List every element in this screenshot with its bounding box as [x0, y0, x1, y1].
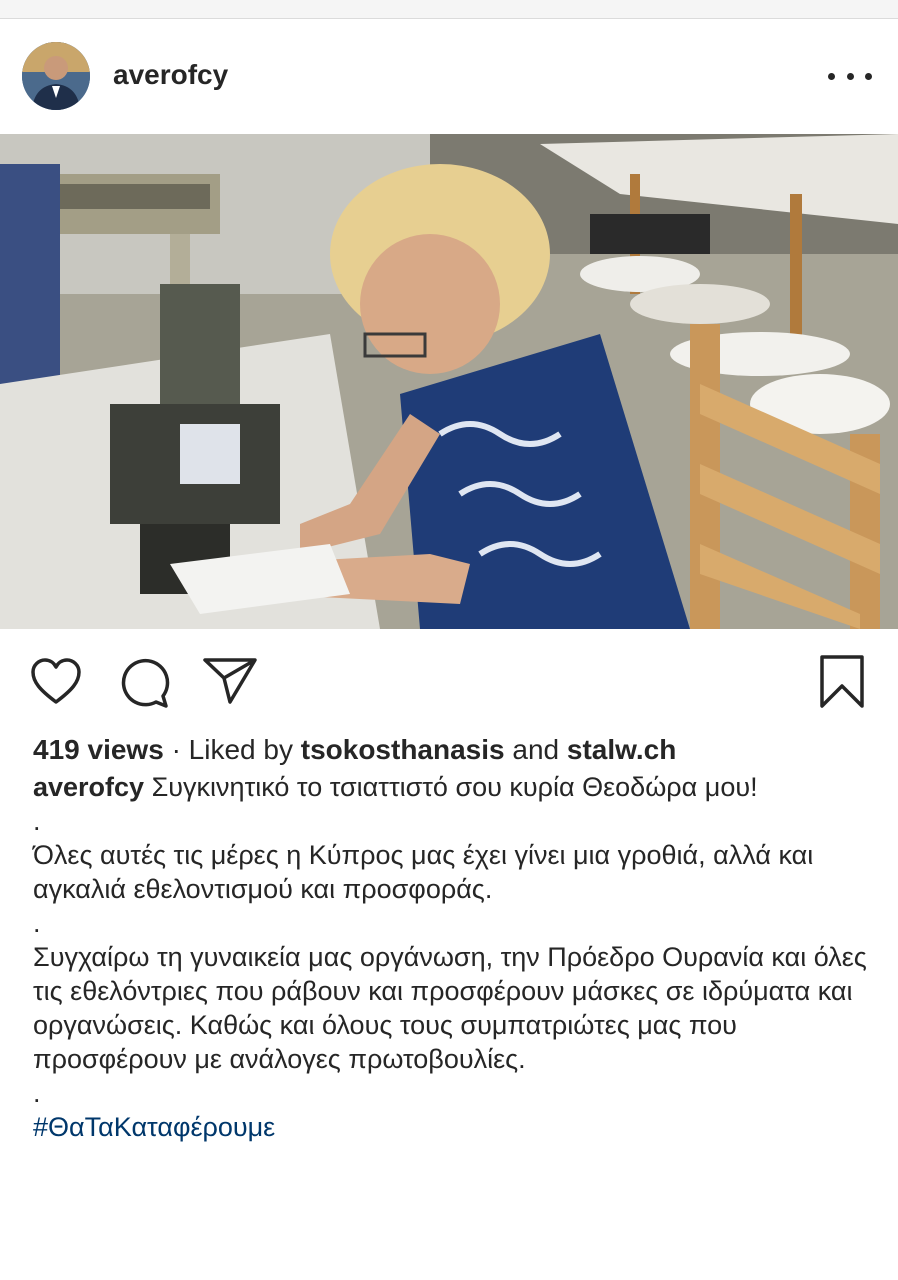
- status-strip: [0, 0, 898, 19]
- post-actions: [0, 640, 898, 720]
- liker-link-2[interactable]: stalw.ch: [567, 734, 676, 765]
- ellipsis-icon[interactable]: [828, 65, 872, 87]
- post-username[interactable]: averofcy: [113, 59, 228, 91]
- liked-by-label: Liked by: [188, 734, 293, 765]
- avatar[interactable]: [22, 42, 90, 110]
- and-label: and: [512, 734, 560, 765]
- bookmark-icon[interactable]: [818, 654, 866, 710]
- caption-dot-1: .: [33, 806, 41, 836]
- caption-paragraph-3: Συγχαίρω τη γυναικεία μας οργάνωση, την …: [33, 942, 875, 1074]
- sewing-photo: [0, 134, 898, 629]
- comment-icon[interactable]: [118, 658, 170, 708]
- post-details: 419 views · Liked by tsokosthanasis and …: [33, 730, 873, 1144]
- liker-link-1[interactable]: tsokosthanasis: [301, 734, 505, 765]
- caption-dot-3: .: [33, 1078, 41, 1108]
- caption-paragraph-2: Όλες αυτές τις μέρες η Κύπρος μας έχει γ…: [33, 840, 821, 904]
- hashtag-link[interactable]: #ΘαΤαΚαταφέρουμε: [33, 1110, 873, 1144]
- caption-paragraph-1: Συγκινητικό το τσιαττιστό σου κυρία Θεοδ…: [151, 772, 758, 802]
- post-caption: averofcy Συγκινητικό το τσιαττιστό σου κ…: [33, 770, 873, 804]
- caption-username[interactable]: averofcy: [33, 772, 144, 802]
- paper-plane-icon[interactable]: [202, 656, 258, 706]
- avatar-image: [22, 42, 90, 110]
- stats-separator: ·: [171, 734, 181, 765]
- post-header: averofcy: [0, 19, 898, 133]
- caption-dot-2: .: [33, 908, 41, 938]
- likes-summary[interactable]: 419 views · Liked by tsokosthanasis and …: [33, 730, 873, 770]
- post-photo[interactable]: [0, 134, 898, 629]
- heart-icon[interactable]: [30, 658, 82, 706]
- views-count[interactable]: 419 views: [33, 734, 164, 765]
